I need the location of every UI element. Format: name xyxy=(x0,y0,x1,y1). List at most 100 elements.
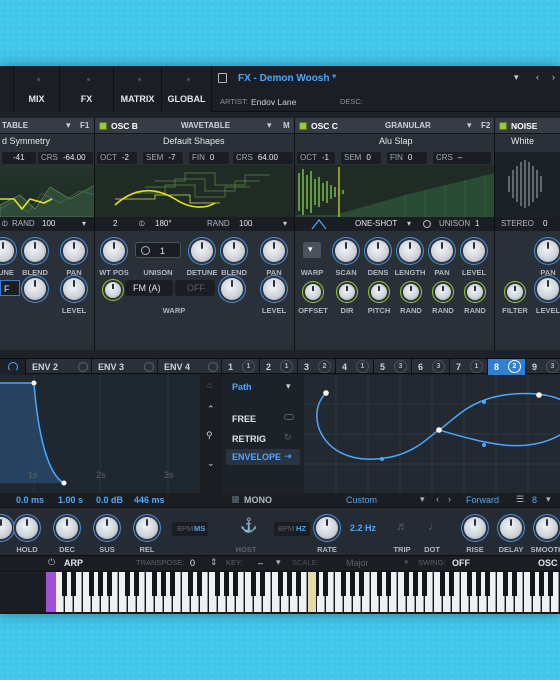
piano-black-key[interactable] xyxy=(377,572,382,596)
lfo-next-icon[interactable]: › xyxy=(448,495,451,504)
lfo-knob-rise[interactable] xyxy=(464,517,486,539)
piano-black-key[interactable] xyxy=(422,572,427,596)
osc-c-knob-offset[interactable] xyxy=(305,284,321,300)
env-knob-decay[interactable] xyxy=(56,517,78,539)
tab-fx[interactable]: FX xyxy=(60,66,114,112)
osc-b-knob-blend[interactable] xyxy=(223,240,245,262)
osc-c-sample-name[interactable]: Alu Slap xyxy=(379,137,413,146)
tab-matrix[interactable]: MATRIX xyxy=(114,66,162,112)
env-knob-release[interactable] xyxy=(136,517,158,539)
lfo-knob-delay[interactable] xyxy=(500,517,522,539)
env-release-value[interactable]: 446 ms xyxy=(134,496,165,505)
osc-a-knob-pan[interactable] xyxy=(63,240,85,262)
noise-type[interactable]: White xyxy=(511,137,534,146)
env-knob-attack[interactable] xyxy=(0,517,12,539)
env-lock-icon[interactable]: ⌂ xyxy=(207,381,212,390)
piano-black-key[interactable] xyxy=(161,572,166,596)
scale-value[interactable]: Major xyxy=(346,559,369,568)
env-decay-value[interactable]: 0.0 dB xyxy=(96,496,123,505)
osc-c-type[interactable]: GRANULAR xyxy=(385,122,431,130)
osc-c-routing[interactable]: F2 xyxy=(481,122,490,130)
osc-c-knob-length[interactable] xyxy=(399,240,421,262)
osc-a-type[interactable]: TABLE xyxy=(2,122,28,130)
osc-b-enable-checkbox[interactable] xyxy=(99,122,107,130)
piano-black-key[interactable] xyxy=(125,572,130,596)
piano-black-key[interactable] xyxy=(548,572,553,596)
osc-b-wavetable-name[interactable]: Default Shapes xyxy=(163,137,225,146)
lfo-shape-select[interactable]: Custom xyxy=(346,496,377,505)
key-menu-icon[interactable]: ▾ xyxy=(276,558,281,567)
piano-black-key[interactable] xyxy=(170,572,175,596)
osc-b-knob-warp-left[interactable] xyxy=(105,282,121,298)
osc-c-sem-field[interactable]: SEM 0 xyxy=(341,152,381,164)
noise-enable-checkbox[interactable] xyxy=(499,122,507,130)
osc-a-knob-tune[interactable] xyxy=(0,240,14,262)
osc-a-knob-warp[interactable] xyxy=(24,278,46,300)
lfo-mode-menu-icon[interactable]: ▾ xyxy=(286,382,291,391)
osc-b-type[interactable]: WAVETABLE xyxy=(181,122,230,130)
osc-b-footer-menu-icon[interactable]: ▾ xyxy=(283,220,287,228)
transpose-stepper-icon[interactable]: ⇕ xyxy=(210,558,218,567)
osc-c-knob-rand-2[interactable] xyxy=(435,284,451,300)
piano-black-key[interactable] xyxy=(512,572,517,596)
osc-a-type-menu-icon[interactable]: ▾ xyxy=(66,121,71,130)
lfo-tab-7[interactable]: 71 xyxy=(450,359,488,375)
lfo-mono-checkbox[interactable] xyxy=(232,496,239,503)
osc-c-knob-pan[interactable] xyxy=(431,240,453,262)
osc-b-sem-field[interactable]: SEM -7 xyxy=(143,152,183,164)
tab-global[interactable]: GLOBAL xyxy=(162,66,212,112)
piano-black-key[interactable] xyxy=(89,572,94,596)
osc-c-enable-checkbox[interactable] xyxy=(299,122,307,130)
lfo-graph[interactable] xyxy=(304,375,560,493)
piano-black-key[interactable] xyxy=(260,572,265,596)
piano-black-key[interactable] xyxy=(386,572,391,596)
env-2-tab[interactable]: ENV 2 xyxy=(26,359,92,375)
env-hold-value[interactable]: 1.00 s xyxy=(58,496,83,505)
osc-c-knob-rand-3[interactable] xyxy=(467,284,483,300)
noise-stereo-value[interactable]: 0 xyxy=(543,220,547,228)
piano-black-key[interactable] xyxy=(485,572,490,596)
osc-a-rand-value[interactable]: 100 xyxy=(42,220,55,228)
osc-c-knob-pitch[interactable] xyxy=(371,284,387,300)
piano-black-key[interactable] xyxy=(413,572,418,596)
osc-b-fin-field[interactable]: FIN 0 xyxy=(189,152,229,164)
noise-knob-level[interactable] xyxy=(537,278,559,300)
piano-black-key[interactable] xyxy=(503,572,508,596)
osc-b-warp-off[interactable]: OFF xyxy=(175,280,215,296)
osc-a-routing[interactable]: F1 xyxy=(80,122,89,130)
osc-c-knob-rand-1[interactable] xyxy=(403,284,419,300)
osc-b-knob-wtpos[interactable] xyxy=(103,240,125,262)
noise-knob-filter[interactable] xyxy=(507,284,523,300)
lfo-rate-mode[interactable]: BPM HZ xyxy=(274,522,310,536)
osc-b-oct-field[interactable]: OCT -2 xyxy=(97,152,137,164)
osc-a-knob-level[interactable] xyxy=(63,278,85,300)
osc-c-fin-field[interactable]: FIN 0 xyxy=(387,152,427,164)
piano-black-key[interactable] xyxy=(296,572,301,596)
piano-black-key[interactable] xyxy=(62,572,67,596)
lfo-tab-5[interactable]: 53 xyxy=(374,359,412,375)
lfo-knob-rate[interactable] xyxy=(316,517,338,539)
osc-c-sample-display[interactable] xyxy=(295,165,494,217)
lfo-option-envelope-selected[interactable]: ENVELOPE ⇥ xyxy=(226,449,300,465)
osc-b-knob-warp-right[interactable] xyxy=(221,278,243,300)
piano-black-key[interactable] xyxy=(449,572,454,596)
piano-black-key[interactable] xyxy=(404,572,409,596)
lfo-shape-menu-icon[interactable]: ▾ xyxy=(420,495,425,504)
preset-menu-icon[interactable]: ▾ xyxy=(514,73,519,82)
lfo-direction-select[interactable]: Forward xyxy=(466,496,499,505)
lfo-dot-icon[interactable]: ♩ xyxy=(428,520,440,532)
osc-c-knob-dens[interactable] xyxy=(367,240,389,262)
piano-black-key[interactable] xyxy=(323,572,328,596)
osc-a-pan-field[interactable]: -41 xyxy=(2,152,36,164)
piano-black-key[interactable] xyxy=(476,572,481,596)
lfo-grid-menu-icon[interactable]: ▾ xyxy=(546,495,551,504)
env-4-tab[interactable]: ENV 4 xyxy=(158,359,222,375)
osc-c-oct-field[interactable]: OCT -1 xyxy=(297,152,335,164)
env-zoom-up-icon[interactable]: ⌃ xyxy=(207,405,215,414)
env-knob-hold[interactable] xyxy=(16,517,38,539)
lfo-tab-3[interactable]: 32 xyxy=(298,359,336,375)
piano-black-key[interactable] xyxy=(152,572,157,596)
osc-b-knob-level[interactable] xyxy=(263,278,285,300)
piano-black-key[interactable] xyxy=(350,572,355,596)
lfo-tab-1[interactable]: 11 xyxy=(222,359,260,375)
